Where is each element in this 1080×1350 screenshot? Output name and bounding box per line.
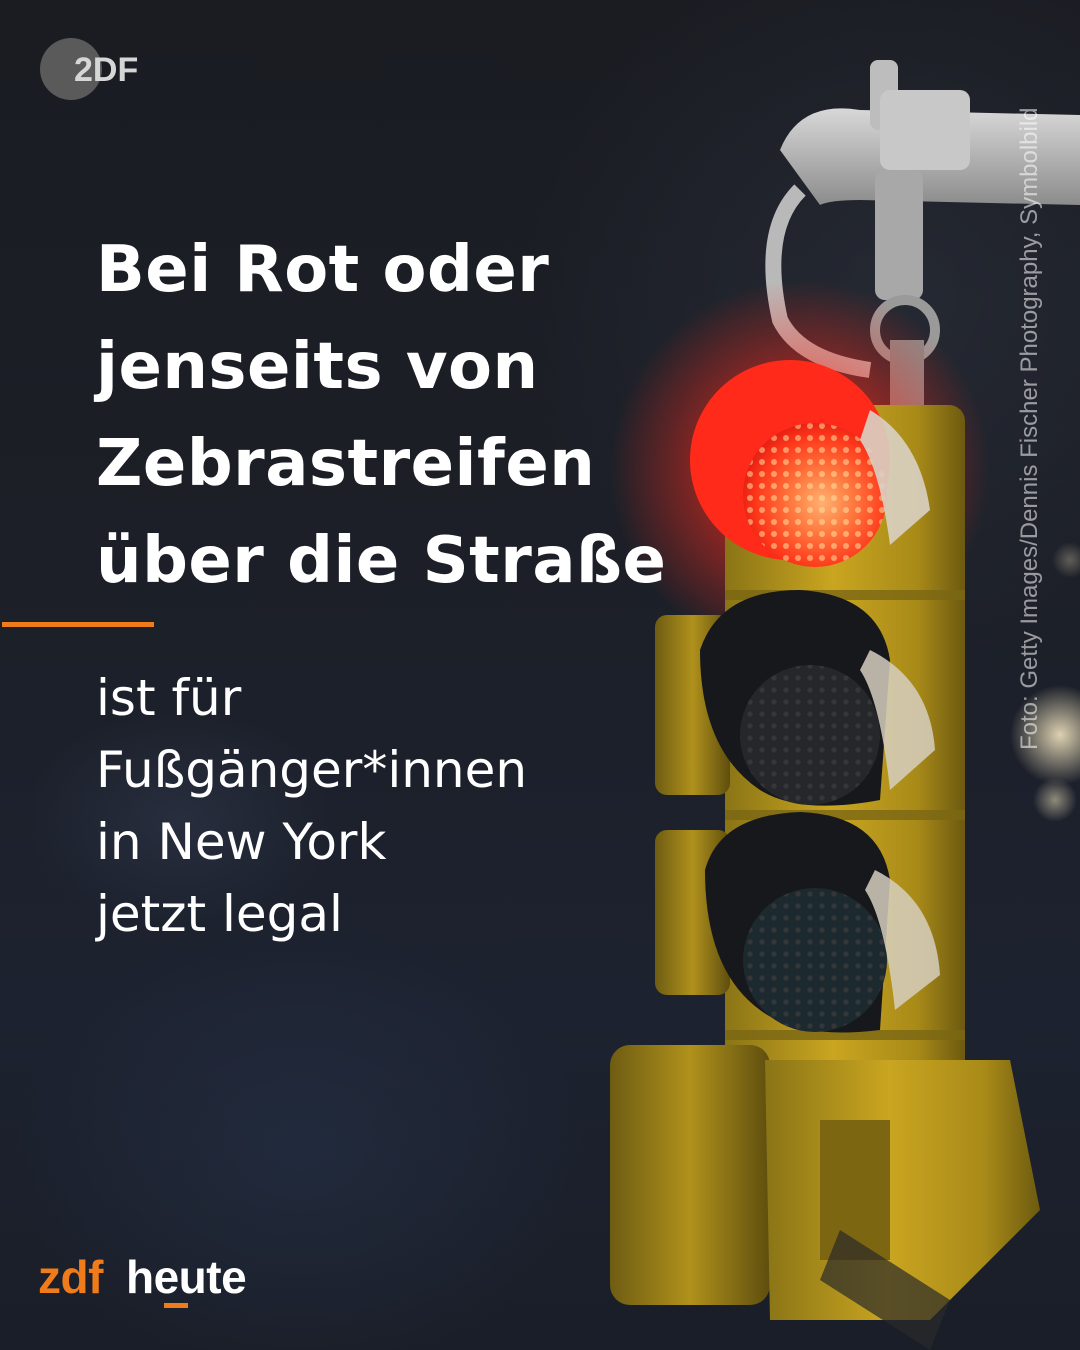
accent-divider: [2, 622, 154, 627]
wordmark-heute: heute: [126, 1251, 247, 1303]
headline-line: über die Straße: [96, 524, 667, 598]
subline-line: jetzt legal: [96, 885, 343, 943]
subline-line: in New York: [96, 813, 387, 871]
headline-line: jenseits von: [96, 330, 539, 404]
headline-line: Bei Rot oder: [96, 233, 550, 307]
subline-line: Fußgänger*innen: [96, 741, 528, 799]
zdf-logo-icon: 2DF: [40, 38, 138, 100]
social-post-card: 2DF Bei Rot oder jenseits von Zebrastrei…: [0, 0, 1080, 1350]
subline: ist für Fußgänger*innen in New York jetz…: [96, 662, 656, 950]
subline-line: ist für: [96, 669, 242, 727]
wordmark-zdf: zdf: [38, 1251, 103, 1303]
wordmark-underline: [164, 1303, 188, 1308]
headline: Bei Rot oder jenseits von Zebrastreifen …: [96, 222, 716, 610]
photo-credit: Foto: Getty Images/Dennis Fischer Photog…: [1016, 107, 1043, 750]
svg-text:2DF: 2DF: [74, 51, 138, 89]
headline-line: Zebrastreifen: [96, 427, 596, 501]
